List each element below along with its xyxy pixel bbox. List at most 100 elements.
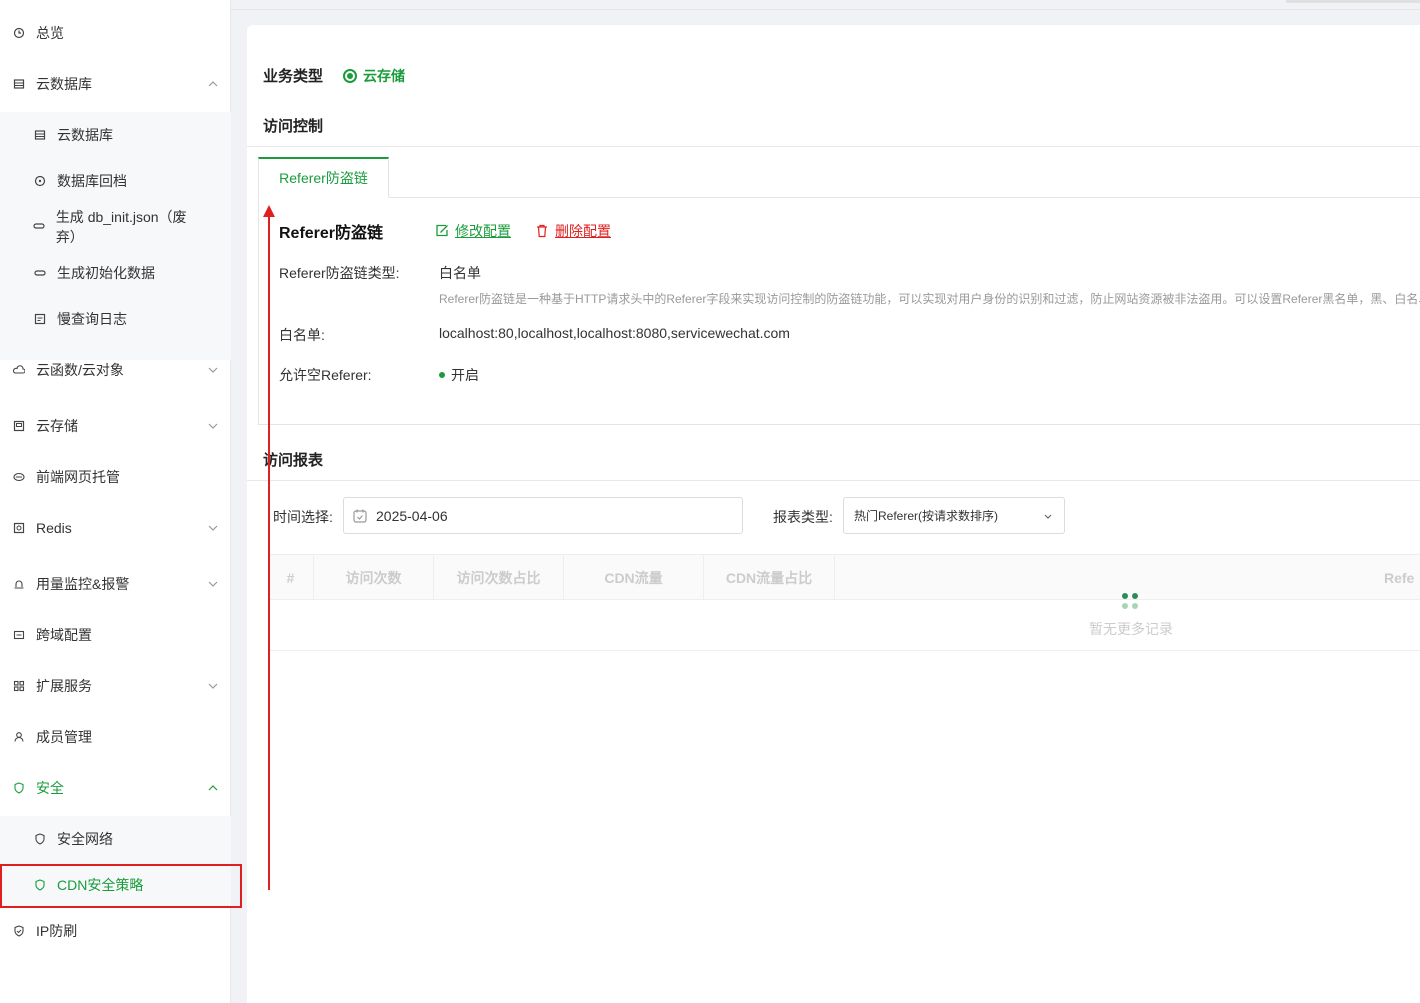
database-icon: [33, 128, 47, 142]
shield-icon: [12, 781, 26, 795]
sidebar-item-gen-init-data[interactable]: 生成初始化数据: [0, 262, 231, 284]
column-header: 访问次数: [314, 555, 434, 600]
sidebar-item-cloud-functions[interactable]: 云函数/云对象: [0, 359, 231, 381]
restore-icon: [33, 174, 47, 188]
sidebar-item-overview[interactable]: 总览: [0, 22, 231, 44]
edit-config-button[interactable]: 修改配置: [435, 221, 511, 241]
column-header: #: [268, 555, 314, 600]
sidebar-item-label: 生成初始化数据: [57, 265, 155, 281]
referer-header: Referer防盗链 修改配置 删除配置: [279, 219, 611, 243]
column-header: 访问次数占比: [434, 555, 564, 600]
sidebar-item-label: 生成 db_init.json（废弃）: [55, 209, 187, 245]
time-label: 时间选择:: [273, 509, 333, 525]
annotation-arrow-line: [268, 214, 270, 890]
sidebar-item-label: 云存储: [36, 418, 78, 434]
sidebar-item-cors[interactable]: 跨域配置: [0, 624, 231, 646]
trash-icon: [537, 224, 548, 238]
sidebar-item-label: Redis: [36, 520, 72, 536]
chevron-down-icon: [208, 367, 218, 373]
web-hosting-icon: [12, 470, 26, 484]
calendar-icon: [353, 509, 367, 523]
chevron-down-icon: [208, 581, 218, 587]
sidebar-item-label: 扩展服务: [36, 678, 92, 694]
sidebar-item-gen-dbinit[interactable]: 生成 db_init.json（废弃）: [0, 207, 231, 249]
main-panel: 业务类型 云存储 访问控制 Referer防盗链 Referer防盗链 修改配置…: [247, 25, 1420, 1003]
allow-empty-row: 允许空Referer: 开启: [279, 365, 479, 385]
database-icon: [12, 77, 26, 91]
shield-check-icon: [12, 924, 26, 938]
date-picker[interactable]: 2025-04-06: [343, 497, 743, 534]
sidebar-item-label: 总览: [36, 25, 64, 41]
tab-referer[interactable]: Referer防盗链: [258, 157, 389, 198]
sidebar-item-database-sub[interactable]: 云数据库: [0, 124, 231, 146]
business-type-radio[interactable]: 云存储: [343, 66, 405, 86]
status-dot-icon: [439, 372, 445, 378]
redis-icon: [12, 521, 26, 535]
date-value: 2025-04-06: [376, 507, 448, 524]
sidebar-item-monitoring[interactable]: 用量监控&报警: [0, 573, 231, 595]
chevron-down-icon: [208, 683, 218, 689]
sidebar-item-label: 安全: [36, 780, 64, 796]
sidebar: 总览 云数据库 云数据库 数据库回档 生成 db_init.json（废弃） 生…: [0, 0, 231, 1003]
referer-type-value: 白名单: [439, 265, 481, 281]
sidebar-item-ip-protection[interactable]: IP防刷: [0, 920, 231, 942]
sidebar-item-label: IP防刷: [36, 923, 78, 939]
edit-config-label: 修改配置: [455, 223, 512, 239]
report-type-select[interactable]: 热门Referer(按请求数排序): [843, 497, 1065, 534]
shield-icon: [33, 832, 47, 846]
chevron-up-icon: [208, 785, 218, 791]
chevron-down-icon: [208, 423, 218, 429]
business-type: 业务类型 云存储: [263, 65, 405, 86]
sidebar-item-label: 用量监控&报警: [36, 576, 130, 592]
allow-empty-key: 允许空Referer:: [279, 367, 372, 383]
whitelist-row: 白名单: localhost:80,localhost,localhost:80…: [279, 325, 790, 345]
report-type-value: 热门Referer(按请求数排序): [854, 509, 999, 523]
cloud-icon: [12, 363, 26, 377]
delete-config-button[interactable]: 删除配置: [535, 221, 611, 241]
sidebar-item-security-network[interactable]: 安全网络: [0, 828, 231, 850]
sidebar-item-label: 云数据库: [36, 76, 92, 92]
report-title: 访问报表: [263, 452, 324, 469]
clock-icon: [12, 26, 26, 40]
sidebar-item-label: 成员管理: [36, 729, 92, 745]
sidebar-item-label: 数据库回档: [57, 173, 127, 189]
business-type-value: 云存储: [363, 67, 406, 84]
table-header: # 访问次数 访问次数占比 CDN流量 CDN流量占比 Refe: [268, 554, 1420, 600]
storage-icon: [12, 419, 26, 433]
whitelist-value: localhost:80,localhost,localhost:8080,se…: [439, 325, 790, 341]
access-control-title: 访问控制: [263, 118, 324, 135]
report-type-label: 报表类型:: [773, 509, 833, 525]
business-type-label: 业务类型: [263, 68, 324, 85]
referer-type-row: Referer防盗链类型: 白名单: [279, 263, 481, 283]
top-shadow: [1286, 0, 1420, 3]
tab-bar: Referer防盗链: [258, 157, 1420, 198]
cors-icon: [12, 628, 26, 642]
referer-description: Referer防盗链是一种基于HTTP请求头中的Referer字段来实现访问控制…: [439, 292, 1420, 306]
sidebar-item-label: 前端网页托管: [36, 469, 120, 485]
sidebar-item-slow-query[interactable]: 慢查询日志: [0, 308, 231, 330]
user-icon: [12, 730, 26, 744]
highlight-box: [0, 864, 242, 908]
allow-empty-value: 开启: [451, 367, 479, 383]
sidebar-item-members[interactable]: 成员管理: [0, 726, 231, 748]
empty-text: 暂无更多记录: [1089, 621, 1173, 637]
sidebar-item-label: 安全网络: [57, 831, 113, 847]
sidebar-item-label: 云函数/云对象: [36, 362, 124, 378]
column-header: CDN流量: [564, 555, 704, 600]
sidebar-item-database[interactable]: 云数据库: [0, 73, 231, 95]
sidebar-item-db-restore[interactable]: 数据库回档: [0, 170, 231, 192]
divider: [247, 146, 1420, 147]
whitelist-key: 白名单:: [279, 327, 325, 343]
link-icon: [33, 219, 46, 233]
sidebar-item-security[interactable]: 安全: [0, 777, 231, 799]
column-header: CDN流量占比: [704, 555, 835, 600]
log-icon: [33, 312, 47, 326]
sidebar-item-redis[interactable]: Redis: [0, 517, 231, 539]
radio-selected-icon: [343, 68, 358, 83]
chevron-down-icon: [1044, 514, 1052, 519]
sidebar-item-web-hosting[interactable]: 前端网页托管: [0, 466, 231, 488]
grid-icon: [12, 679, 26, 693]
allow-empty-status: 开启: [439, 365, 479, 385]
sidebar-item-extensions[interactable]: 扩展服务: [0, 675, 231, 697]
sidebar-item-cloud-storage[interactable]: 云存储: [0, 415, 231, 437]
